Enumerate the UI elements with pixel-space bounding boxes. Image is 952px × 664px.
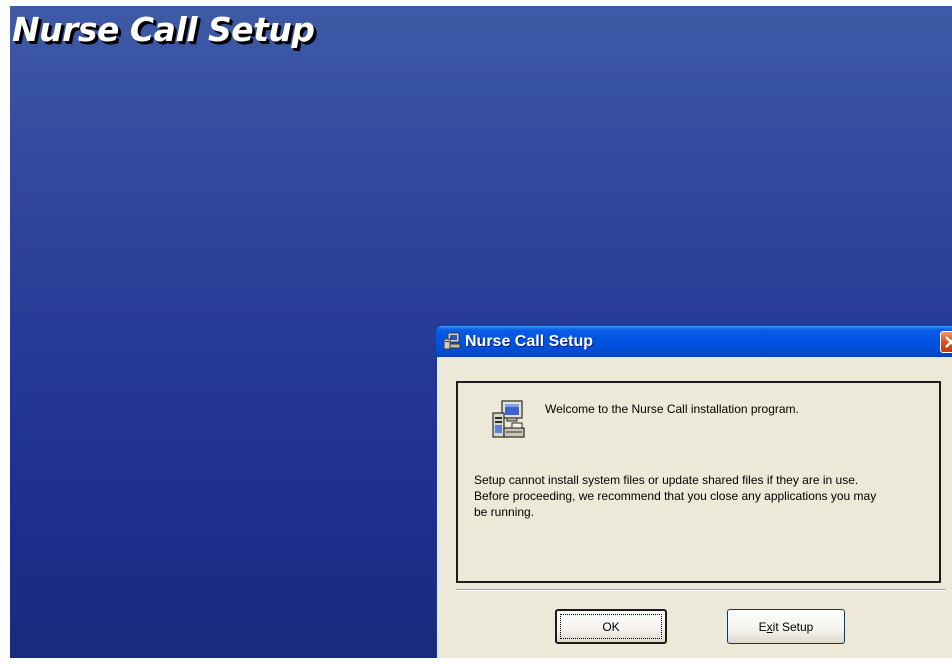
message-panel: Welcome to the Nurse Call installation p… <box>456 381 941 583</box>
dialog-titlebar[interactable]: Nurse Call Setup <box>436 326 952 357</box>
setup-banner-title: Nurse Call Setup <box>12 10 315 49</box>
exit-setup-button[interactable]: Exit Setup <box>727 609 845 644</box>
warning-line: Setup cannot install system files or upd… <box>474 473 859 487</box>
warning-line: be running. <box>474 505 535 519</box>
dialog-title: Nurse Call Setup <box>465 333 594 350</box>
welcome-message: Welcome to the Nurse Call installation p… <box>545 402 799 416</box>
setup-computer-icon <box>442 332 461 351</box>
divider <box>456 589 946 591</box>
setup-dialog: Nurse Call Setup Welcome to the Nurse Ca… <box>436 326 952 658</box>
ok-button[interactable]: OK <box>555 609 667 644</box>
exit-setup-button-label: Exit Setup <box>758 619 814 634</box>
close-icon <box>945 336 952 348</box>
desktop-background: Nurse Call Setup Nurse Call Setup Welcom… <box>10 6 952 658</box>
setup-computer-icon <box>490 399 526 441</box>
in-use-warning: Setup cannot install system files or upd… <box>474 472 934 520</box>
warning-line: Before proceeding, we recommend that you… <box>474 489 877 503</box>
close-button[interactable] <box>940 331 952 353</box>
focus-ring <box>560 614 662 639</box>
